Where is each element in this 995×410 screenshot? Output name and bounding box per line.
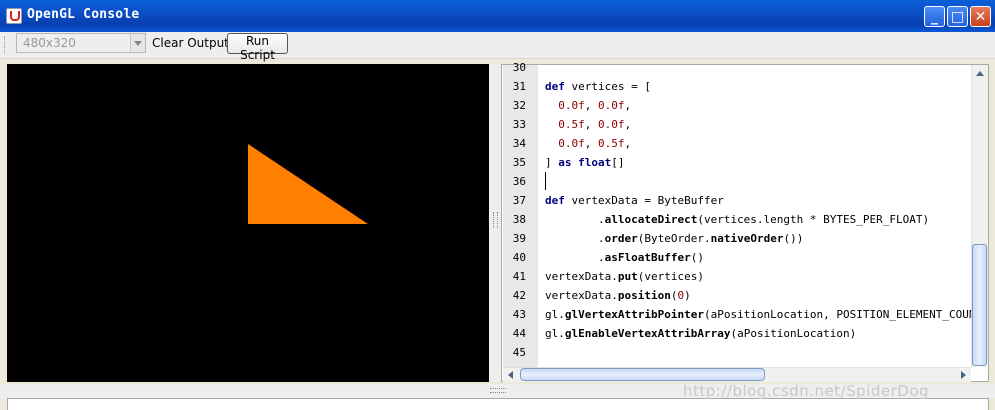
line-number: 34 [512,137,526,150]
code-line[interactable]: vertexData.position(0) [545,289,691,302]
code-line[interactable]: gl.glEnableVertexAttribArray(aPositionLo… [545,327,856,340]
line-number: 38 [512,213,526,226]
horizontal-scroll-thumb[interactable] [520,368,765,381]
divider-grip [490,388,506,393]
toolbar [0,32,995,59]
scroll-up-arrow-icon[interactable] [972,66,987,82]
line-number: 35 [512,156,526,169]
clear-output-button[interactable]: Clear Output [152,36,229,50]
line-number: 33 [512,118,526,131]
line-number: 40 [512,251,526,264]
code-line[interactable]: 0.0f, 0.5f, [545,137,631,150]
line-number: 41 [512,270,526,283]
chevron-down-icon[interactable] [130,34,145,52]
line-number: 43 [512,308,526,321]
vertical-scroll-thumb[interactable] [972,244,987,366]
line-number: 32 [512,99,526,112]
line-number: 31 [512,80,526,93]
code-line[interactable]: gl.glVertexAttribPointer(aPositionLocati… [545,308,989,321]
split-pane-divider[interactable] [489,64,501,382]
line-number: 37 [512,194,526,207]
text-caret [545,172,546,190]
minimize-button[interactable]: _ [924,6,945,27]
code-line[interactable]: .order(ByteOrder.nativeOrder()) [545,232,803,245]
line-number: 45 [512,346,526,359]
java-app-icon [6,8,22,24]
orange-triangle [248,144,368,224]
code-line[interactable]: ] as float[] [545,156,625,169]
divider-grip [493,212,498,228]
watermark-text: http://blog.csdn.net/SpiderDog [683,382,930,400]
code-line[interactable]: .allocateDirect(vertices.length * BYTES_… [545,213,929,226]
resolution-value: 480x320 [23,36,76,50]
title-bar: OpenGL Console _ □ ✕ [0,0,995,33]
scroll-left-arrow-icon[interactable] [504,368,518,381]
code-line[interactable]: def vertices = [ [545,80,651,93]
toolbar-grip[interactable] [4,36,9,54]
line-number: 44 [512,327,526,340]
line-number: 42 [512,289,526,302]
code-line[interactable]: 0.5f, 0.0f, [545,118,631,131]
line-number: 39 [512,232,526,245]
gl-canvas-svg [248,144,368,224]
resolution-select[interactable]: 480x320 [16,33,146,53]
run-script-button[interactable]: Run Script [227,33,288,62]
code-line[interactable]: 0.0f, 0.0f, [545,99,631,112]
window-title: OpenGL Console [27,7,140,22]
code-line[interactable]: vertexData.put(vertices) [545,270,704,283]
line-number: 36 [512,175,526,188]
scroll-right-arrow-icon[interactable] [956,368,970,381]
line-number: 30 [512,61,526,74]
maximize-button[interactable]: □ [947,6,968,27]
close-button[interactable]: ✕ [970,6,991,27]
code-line[interactable]: .asFloatBuffer() [545,251,704,264]
code-line[interactable]: def vertexData = ByteBuffer [545,194,724,207]
gl-canvas[interactable] [7,64,489,382]
